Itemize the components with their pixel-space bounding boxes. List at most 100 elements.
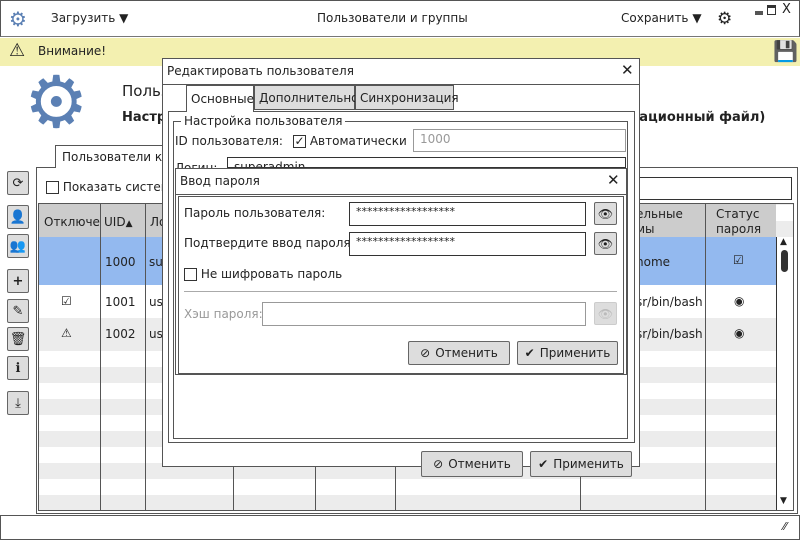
load-label: Загрузить — [51, 11, 116, 25]
tab-basic[interactable]: Основные — [186, 85, 254, 112]
checked-icon[interactable]: ✓ — [293, 135, 306, 148]
eye-icon: 👁 — [597, 206, 614, 221]
eye-icon: 👁 — [597, 236, 614, 251]
cell-login: us — [149, 327, 163, 341]
status-bar: ⁄⁄ — [0, 515, 800, 540]
password-input[interactable]: ****************** — [349, 202, 586, 226]
password-label: Пароль пользователя: — [184, 206, 326, 220]
show-system-checkbox[interactable]: Показать систем — [46, 180, 170, 194]
cell-login: us — [149, 295, 163, 309]
apply-label: Применить — [553, 457, 624, 471]
edit-button[interactable]: ✎ — [7, 299, 29, 323]
disabled-check-icon: ☑ — [61, 294, 72, 308]
confirm-label: Подтвердите ввод пароля: — [184, 236, 355, 250]
cell-uid: 1000 — [105, 255, 136, 269]
cell-login: su — [149, 255, 163, 269]
col-uid-label: UID — [104, 215, 126, 229]
user-card-button[interactable]: 👤 — [7, 205, 29, 229]
check-icon: ✔ — [538, 457, 549, 471]
checkbox[interactable] — [184, 268, 197, 281]
cell-uid: 1002 — [105, 327, 136, 341]
close-icon[interactable]: X — [782, 2, 791, 17]
cell-shell: sr/bin/bash — [636, 327, 703, 341]
dialog-title: Ввод пароля — [180, 174, 260, 188]
check-icon: ✔ — [524, 346, 535, 360]
cancel-label: Отменить — [435, 346, 498, 360]
col-uid[interactable]: UID▲ — [104, 215, 132, 229]
dropdown-arrow-icon: ▼ — [119, 11, 129, 25]
cell-shell: home — [636, 255, 671, 269]
save-label: Сохранить — [621, 11, 689, 25]
cancel-icon: ⊘ — [433, 457, 444, 471]
groups-button[interactable]: 👥 — [7, 234, 29, 258]
cell-shell: sr/bin/bash — [636, 295, 703, 309]
tab-users[interactable]: Пользователи ко — [55, 145, 175, 168]
dialog-titlebar: Ввод пароля ✕ — [176, 169, 626, 195]
hash-label: Хэш пароля: — [184, 307, 263, 321]
cancel-icon: ⊘ — [420, 346, 431, 360]
save-lock-icon[interactable]: 💾 — [773, 39, 798, 63]
maximize-icon[interactable] — [767, 5, 776, 15]
warning-text: Внимание! — [38, 44, 107, 58]
cancel-button[interactable]: ⊘ Отменить — [421, 451, 523, 477]
vertical-scrollbar[interactable]: ▲ ▼ — [776, 237, 793, 510]
show-hash-button: 👁 — [594, 302, 617, 325]
resize-grip-icon[interactable]: ⁄⁄ — [783, 520, 787, 533]
module-gear-icon: ⚙ — [24, 60, 89, 144]
disabled-warning-icon: ⚠ — [61, 326, 72, 340]
load-menu[interactable]: Загрузить ▼ — [51, 11, 128, 25]
status-radio-icon: ◉ — [734, 326, 745, 340]
tab-sync[interactable]: Синхронизация — [355, 85, 459, 110]
uid-label: ID пользователя: — [175, 134, 283, 148]
info-button[interactable]: ℹ — [7, 356, 29, 380]
cancel-button[interactable]: ⊘ Отменить — [408, 341, 510, 365]
module-subtitle-right: рационный файл) — [630, 110, 766, 125]
apply-button[interactable]: ✔ Применить — [530, 451, 632, 477]
settings-gear-icon[interactable]: ⚙ — [717, 9, 732, 29]
warning-icon: ⚠ — [9, 40, 26, 61]
close-icon[interactable]: ✕ — [607, 171, 620, 189]
scroll-up-icon[interactable]: ▲ — [780, 237, 787, 247]
dialog-title: Редактировать пользователя — [167, 64, 354, 78]
auto-label: Автоматически — [309, 134, 407, 148]
header-bar: ⚙ Загрузить ▼ Пользователи и группы Сохр… — [0, 0, 800, 37]
cell-uid: 1001 — [105, 295, 136, 309]
status-radio-icon: ◉ — [734, 294, 745, 308]
col-password-status[interactable]: Статус пароля — [716, 207, 768, 237]
col-disabled[interactable]: Отключен — [44, 215, 100, 229]
add-button[interactable]: + — [7, 269, 29, 293]
no-encrypt-checkbox[interactable]: Не шифровать пароль — [184, 267, 342, 281]
no-encrypt-label: Не шифровать пароль — [200, 267, 343, 281]
dropdown-arrow-icon: ▼ — [692, 11, 702, 25]
status-checkbox-icon: ☑ — [733, 253, 744, 267]
cancel-label: Отменить — [448, 457, 511, 471]
group-title: Настройка пользователя — [181, 114, 346, 128]
refresh-button[interactable]: ⟳ — [7, 171, 29, 195]
window-title: Пользователи и группы — [317, 11, 468, 25]
col-shell[interactable]: ельные мы — [636, 207, 683, 237]
eye-icon: 👁 — [597, 306, 614, 321]
password-dialog: Ввод пароля ✕ Пароль пользователя: *****… — [175, 168, 627, 375]
uid-input: 1000 — [413, 129, 626, 152]
show-confirm-button[interactable]: 👁 — [594, 232, 617, 255]
minimize-icon[interactable] — [755, 11, 763, 15]
apply-button[interactable]: ✔ Применить — [517, 341, 618, 365]
show-system-label: Показать систем — [62, 180, 170, 194]
auto-uid-checkbox[interactable]: ✓ Автоматически — [293, 134, 407, 148]
checkbox[interactable] — [46, 181, 59, 194]
scroll-thumb[interactable] — [781, 250, 788, 272]
dialog-titlebar: Редактировать пользователя ✕ — [163, 59, 639, 85]
download-button[interactable]: ⤓ — [7, 391, 29, 415]
apply-label: Применить — [539, 346, 611, 360]
save-menu[interactable]: Сохранить ▼ — [621, 11, 702, 25]
delete-button[interactable]: 🗑 — [7, 327, 29, 351]
scroll-down-icon[interactable]: ▼ — [780, 496, 787, 506]
login-input[interactable]: superadmin — [227, 157, 626, 168]
sort-asc-icon: ▲ — [125, 219, 133, 229]
confirm-password-input[interactable]: ****************** — [349, 232, 586, 256]
show-password-button[interactable]: 👁 — [594, 202, 617, 225]
app-gear-icon: ⚙ — [9, 7, 27, 31]
close-icon[interactable]: ✕ — [621, 61, 634, 79]
tab-advanced[interactable]: Дополнительно — [254, 85, 359, 110]
separator — [184, 291, 617, 292]
